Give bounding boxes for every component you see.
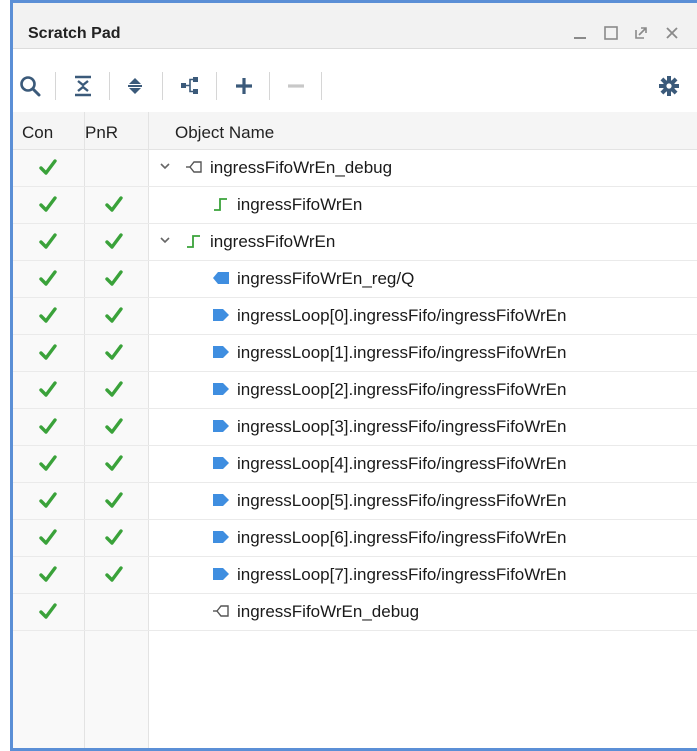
- add-icon[interactable]: [229, 66, 259, 106]
- collapse-all-icon[interactable]: [68, 66, 98, 106]
- minimize-icon[interactable]: [573, 25, 587, 46]
- port-out-icon: [212, 344, 230, 360]
- expand-all-icon[interactable]: [120, 66, 150, 106]
- column-header-object-name[interactable]: Object Name: [175, 123, 274, 143]
- column-header-pnr[interactable]: PnR: [85, 123, 118, 143]
- search-icon[interactable]: [15, 66, 45, 106]
- con-check-icon: [39, 380, 57, 398]
- object-name: ingressFifoWrEn: [210, 232, 336, 251]
- toolbar: [13, 66, 697, 108]
- port-out-icon: [212, 566, 230, 582]
- hierarchy-icon[interactable]: [175, 66, 205, 106]
- port-out-icon: [212, 381, 230, 397]
- restore-icon[interactable]: [603, 25, 619, 46]
- port-out-icon: [212, 455, 230, 471]
- signal-edge-icon: [185, 233, 203, 249]
- table-row[interactable]: ingressLoop[7].ingressFifo/ingressFifoWr…: [13, 556, 697, 594]
- object-name: ingressLoop[3].ingressFifo/ingressFifoWr…: [237, 417, 567, 436]
- table-row[interactable]: ingressFifoWrEn: [13, 223, 697, 261]
- port-out-icon: [212, 529, 230, 545]
- panel-titlebar: Scratch Pad: [13, 3, 697, 49]
- pnr-check-icon: [105, 528, 123, 546]
- object-name: ingressLoop[4].ingressFifo/ingressFifoWr…: [237, 454, 567, 473]
- pnr-check-icon: [105, 306, 123, 324]
- pnr-check-icon: [105, 491, 123, 509]
- con-check-icon: [39, 343, 57, 361]
- con-check-icon: [39, 602, 57, 620]
- object-name: ingressFifoWrEn_debug: [210, 158, 393, 177]
- table-row[interactable]: ingressLoop[2].ingressFifo/ingressFifoWr…: [13, 371, 697, 409]
- table-row[interactable]: ingressLoop[0].ingressFifo/ingressFifoWr…: [13, 297, 697, 335]
- con-check-icon: [39, 565, 57, 583]
- remove-icon[interactable]: [281, 66, 311, 106]
- port-out-icon: [212, 492, 230, 508]
- object-name: ingressLoop[2].ingressFifo/ingressFifoWr…: [237, 380, 567, 399]
- con-check-icon: [39, 306, 57, 324]
- object-name: ingressLoop[7].ingressFifo/ingressFifoWr…: [237, 565, 567, 584]
- con-check-icon: [39, 528, 57, 546]
- panel-title: Scratch Pad: [28, 25, 121, 42]
- con-check-icon: [39, 158, 57, 176]
- table-row[interactable]: ingressLoop[6].ingressFifo/ingressFifoWr…: [13, 519, 697, 557]
- port-out-icon: [212, 418, 230, 434]
- pnr-check-icon: [105, 565, 123, 583]
- pnr-check-icon: [105, 343, 123, 361]
- con-check-icon: [39, 269, 57, 287]
- table-row[interactable]: ingressFifoWrEn_debug: [13, 149, 697, 187]
- object-name: ingressLoop[6].ingressFifo/ingressFifoWr…: [237, 528, 567, 547]
- pnr-check-icon: [105, 269, 123, 287]
- chevron-down-icon[interactable]: [159, 159, 171, 176]
- object-name: ingressFifoWrEn: [237, 195, 363, 214]
- con-check-icon: [39, 232, 57, 250]
- con-check-icon: [39, 417, 57, 435]
- object-name: ingressFifoWrEn_debug: [237, 602, 420, 621]
- object-name: ingressFifoWrEn_reg/Q: [237, 269, 415, 288]
- table-row[interactable]: ingressLoop[3].ingressFifo/ingressFifoWr…: [13, 408, 697, 446]
- con-check-icon: [39, 454, 57, 472]
- pnr-check-icon: [105, 232, 123, 250]
- port-out-icon: [212, 307, 230, 323]
- object-name: ingressLoop[5].ingressFifo/ingressFifoWr…: [237, 491, 567, 510]
- con-check-icon: [39, 491, 57, 509]
- pnr-check-icon: [105, 195, 123, 213]
- chevron-down-icon[interactable]: [159, 233, 171, 250]
- pnr-check-icon: [105, 417, 123, 435]
- table-row[interactable]: ingressLoop[5].ingressFifo/ingressFifoWr…: [13, 482, 697, 520]
- signal-edge-icon: [212, 196, 230, 212]
- table-row[interactable]: ingressFifoWrEn_debug: [13, 593, 697, 631]
- object-name: ingressLoop[1].ingressFifo/ingressFifoWr…: [237, 343, 567, 362]
- table-row[interactable]: ingressFifoWrEn_reg/Q: [13, 260, 697, 298]
- column-header-con[interactable]: Con: [22, 123, 53, 143]
- pnr-check-icon: [105, 454, 123, 472]
- float-icon[interactable]: [633, 25, 649, 46]
- table-row[interactable]: ingressFifoWrEn: [13, 186, 697, 224]
- table-header: Con PnR Object Name: [13, 112, 697, 150]
- pnr-check-icon: [105, 380, 123, 398]
- port-in-icon: [212, 270, 230, 286]
- table-row[interactable]: ingressLoop[4].ingressFifo/ingressFifoWr…: [13, 445, 697, 483]
- port-outline-icon: [212, 603, 230, 619]
- object-name: ingressLoop[0].ingressFifo/ingressFifoWr…: [237, 306, 567, 325]
- scratch-pad-panel: Scratch Pad Con PnR Object Name ingressF…: [10, 0, 697, 751]
- port-outline-icon: [185, 159, 203, 175]
- con-check-icon: [39, 195, 57, 213]
- gear-icon[interactable]: [654, 66, 684, 106]
- table-row[interactable]: ingressLoop[1].ingressFifo/ingressFifoWr…: [13, 334, 697, 372]
- close-icon[interactable]: [664, 25, 680, 46]
